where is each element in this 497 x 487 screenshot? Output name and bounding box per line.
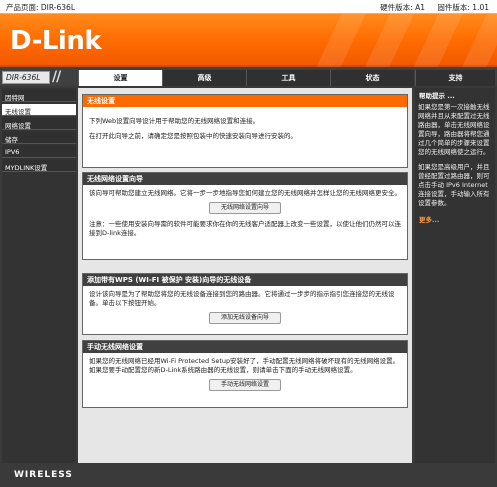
wizard-note: 注意：一些使用安装向导需的软件可能要求你在你的无线客户适配器上改变一些设置，以使… — [89, 220, 401, 237]
footer: WIRELESS — [0, 463, 497, 487]
wizard-text: 该向导可帮助您建立无线网络。它将一步一步地指导您如何建立您的无线网络并怎样让您的… — [89, 189, 401, 197]
wizard-title: 无线网络设置向导 — [83, 173, 407, 185]
tab-setup[interactable]: 设置 — [78, 70, 162, 86]
main-content: 无线设置 下列Web设置向导设计用于帮助您的无线网络设置和连接。 在打开此向导之… — [78, 88, 412, 463]
manual-panel: 手动无线网络设置 如果您的无线网络已经用Wi-Fi Protected Setu… — [82, 340, 408, 408]
top-info-bar: 产品页面: DIR-636L 硬件版本: A1 固件版本: 1.01 — [0, 0, 497, 14]
sidebar-item-ipv6[interactable]: IPV6 — [2, 146, 76, 158]
manual-text: 如果您的无线网络已经用Wi-Fi Protected Setup安装好了，手动配… — [89, 357, 400, 374]
help-text-2: 如果您是高级用户，并且曾经配置过路由器，则可点击手动 IPv6 Internet… — [418, 163, 490, 207]
firmware-version: 固件版本: 1.01 — [437, 3, 489, 12]
wps-title: 添加带有WPS (WI-FI 被保护 安装)向导的无线设备 — [83, 274, 407, 286]
help-panel: 帮助提示 ... 如果您是第一次接触无线网络并且从来配置过无线路由器，单击无线网… — [415, 88, 495, 463]
intro-title: 无线设置 — [83, 95, 407, 107]
tab-support[interactable]: 支持 — [415, 70, 495, 86]
intro-panel: 无线设置 下列Web设置向导设计用于帮助您的无线网络设置和连接。 在打开此向导之… — [82, 94, 408, 168]
hardware-version: 硬件版本: A1 — [380, 3, 425, 12]
sidebar-item-storage[interactable]: 储存 — [2, 132, 76, 144]
version-info: 硬件版本: A1 固件版本: 1.01 — [370, 2, 489, 13]
wps-text: 设计该向导是为了帮助您将您的无线设备连接到您的路由器。它将通过一步步的指示指引您… — [89, 290, 395, 307]
sidebar-item-wireless[interactable]: 无线设置 — [2, 104, 76, 116]
dlink-logo: D-Link — [10, 26, 102, 56]
brand-banner: D-Link — [0, 14, 497, 67]
help-more-link[interactable]: 更多... — [415, 214, 495, 224]
wizard-panel: 无线网络设置向导 该向导可帮助您建立无线网络。它将一步一步地指导您如何建立您的无… — [82, 172, 408, 260]
add-wireless-device-button[interactable]: 添加无线设备向导 — [209, 312, 281, 324]
sidebar: 因特网 无线设置 网络设置 储存 IPV6 MYDLINK设置 — [2, 88, 76, 463]
wireless-logo-text: WIRELESS — [14, 470, 73, 480]
sidebar-item-network[interactable]: 网络设置 — [2, 118, 76, 130]
tab-tools[interactable]: 工具 — [246, 70, 330, 86]
wps-panel: 添加带有WPS (WI-FI 被保护 安装)向导的无线设备 设计该向导是为了帮助… — [82, 273, 408, 335]
sidebar-item-internet[interactable]: 因特网 — [2, 90, 76, 102]
help-text-1: 如果您是第一次接触无线网络并且从来配置过无线路由器，单击无线网络设置向导，路由器… — [418, 103, 490, 156]
tab-status[interactable]: 状态 — [330, 70, 414, 86]
intro-text-1: 下列Web设置向导设计用于帮助您的无线网络设置和连接。 — [89, 117, 260, 125]
intro-text-2: 在打开此向导之前，请确定您是按照包装中的快速安装向导进行安装的。 — [89, 132, 297, 140]
wireless-wizard-button[interactable]: 无线网络设置向导 — [209, 202, 281, 214]
banner-decoration — [317, 14, 497, 67]
product-page-label: 产品页面: DIR-636L — [6, 3, 76, 12]
sidebar-item-mydlink[interactable]: MYDLINK设置 — [2, 160, 76, 172]
help-title: 帮助提示 ... — [419, 92, 455, 100]
manual-title: 手动无线网络设置 — [83, 341, 407, 353]
divider-slashes: // — [52, 69, 61, 85]
model-label: DIR-636L — [2, 71, 50, 84]
tab-advanced[interactable]: 高级 — [162, 70, 246, 86]
manual-wireless-setup-button[interactable]: 手动无线网络设置 — [209, 379, 281, 391]
